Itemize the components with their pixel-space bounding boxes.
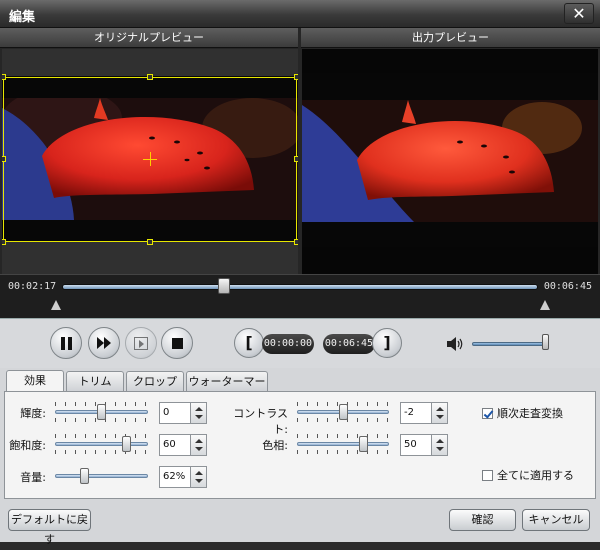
next-frame-button[interactable]: [125, 327, 157, 359]
deinterlace-checkbox[interactable]: 順次走査変換: [482, 405, 563, 421]
brightness-label: 輝度:: [20, 407, 46, 420]
trim-start-marker[interactable]: [51, 300, 61, 310]
tab-crop[interactable]: クロップ: [126, 371, 184, 391]
crop-handle-left[interactable]: [2, 156, 6, 162]
set-start-button[interactable]: [: [234, 328, 264, 358]
original-preview-panel[interactable]: [2, 49, 298, 274]
tab-effects[interactable]: 効果: [6, 370, 64, 392]
crop-handle-bottom[interactable]: [147, 239, 153, 245]
audio-volume-slider[interactable]: [55, 466, 148, 488]
output-preview-label: 出力プレビュー: [301, 28, 600, 48]
timeline-start-time: 00:02:17: [8, 281, 57, 292]
crop-handle-top[interactable]: [147, 74, 153, 80]
crop-handle-top-left[interactable]: [2, 74, 6, 80]
tab-trim[interactable]: トリム: [66, 371, 124, 391]
hue-thumb[interactable]: [359, 436, 368, 452]
brightness-spinner[interactable]: 0: [159, 402, 207, 424]
preview-area: オリジナルプレビュー 出力プレビュー: [0, 28, 600, 274]
tab-watermark[interactable]: ウォーターマーク: [186, 371, 268, 407]
brightness-slider[interactable]: [55, 402, 148, 424]
original-preview-label: オリジナルプレビュー: [0, 28, 298, 48]
hue-label: 色相:: [262, 439, 288, 452]
pause-icon: [60, 336, 72, 350]
tab-bar: 効果 トリム クロップ ウォーターマーク: [0, 368, 600, 407]
open-bracket-icon: [: [245, 333, 253, 352]
volume-thumb[interactable]: [542, 334, 549, 350]
volume-track[interactable]: [472, 342, 548, 346]
hue-value: 50: [404, 439, 417, 450]
cancel-button[interactable]: キャンセル: [522, 509, 590, 531]
next-frame-icon: [134, 336, 148, 350]
contrast-label: コントラスト:: [233, 407, 288, 436]
saturation-label: 飽和度:: [9, 439, 46, 452]
audio-volume-thumb[interactable]: [80, 468, 89, 484]
volume-label: 音量:: [20, 471, 46, 484]
audio-volume-value: 62%: [163, 471, 186, 482]
spinner-arrows[interactable]: [431, 403, 447, 423]
hue-slider[interactable]: [297, 434, 389, 456]
contrast-value: -2: [404, 407, 414, 418]
timeline: 00:02:17 00:06:45: [0, 274, 600, 318]
edit-dialog: 編集 ✕ オリジナルプレビュー 出力プレビュー 00:02:17 00:06:4…: [0, 0, 600, 546]
timeline-end-time: 00:06:45: [543, 281, 592, 292]
close-icon: ✕: [572, 4, 586, 23]
crop-handle-bottom-right[interactable]: [294, 239, 298, 245]
crop-handle-bottom-left[interactable]: [2, 239, 6, 245]
checkbox-box[interactable]: [482, 407, 493, 419]
fast-forward-icon: [97, 337, 111, 349]
crosshair-icon-vertical: [150, 152, 151, 166]
contrast-thumb[interactable]: [339, 404, 348, 420]
brightness-value: 0: [163, 407, 170, 418]
saturation-spinner[interactable]: 60: [159, 434, 207, 456]
hue-spinner[interactable]: 50: [400, 434, 448, 456]
reset-default-button[interactable]: デフォルトに戻す: [8, 509, 91, 546]
set-end-button[interactable]: ]: [372, 328, 402, 358]
contrast-slider[interactable]: [297, 402, 389, 424]
saturation-slider[interactable]: [55, 434, 148, 456]
umbrella-scene-output-image: [302, 100, 598, 222]
deinterlace-label: 順次走査変換: [497, 407, 563, 420]
confirm-button[interactable]: 確認: [449, 509, 516, 531]
fast-forward-button[interactable]: [88, 327, 120, 359]
brightness-thumb[interactable]: [97, 404, 106, 420]
playback-controls: [ 00:00:00 00:06:45 ]: [0, 318, 600, 368]
spinner-arrows[interactable]: [190, 435, 206, 455]
pause-button[interactable]: [50, 327, 82, 359]
trim-end-marker[interactable]: [540, 300, 550, 310]
window-title: 編集: [9, 10, 36, 25]
apply-all-checkbox[interactable]: 全てに適用する: [482, 467, 574, 483]
trim-end-time: 00:06:45: [323, 334, 375, 354]
crop-handle-top-right[interactable]: [294, 74, 298, 80]
crop-handle-right[interactable]: [294, 156, 298, 162]
audio-volume-spinner[interactable]: 62%: [159, 466, 207, 488]
title-bar: 編集 ✕: [0, 0, 600, 28]
speaker-icon[interactable]: [446, 336, 464, 352]
close-bracket-icon: ]: [383, 333, 391, 352]
output-video-frame: [302, 73, 598, 247]
spinner-arrows[interactable]: [190, 467, 206, 487]
spinner-arrows[interactable]: [190, 403, 206, 423]
timeline-playhead[interactable]: [218, 278, 230, 294]
close-button[interactable]: ✕: [564, 3, 594, 24]
output-preview-panel: [302, 49, 598, 274]
contrast-spinner[interactable]: -2: [400, 402, 448, 424]
spinner-arrows[interactable]: [431, 435, 447, 455]
crop-selection-box[interactable]: [2, 74, 298, 245]
saturation-thumb[interactable]: [122, 436, 131, 452]
trim-start-time: 00:00:00: [262, 334, 314, 354]
apply-all-label: 全てに適用する: [497, 469, 574, 482]
checkbox-box[interactable]: [482, 469, 493, 481]
saturation-value: 60: [163, 439, 176, 450]
stop-icon: [171, 337, 183, 349]
timeline-track[interactable]: [62, 284, 538, 290]
stop-button[interactable]: [161, 327, 193, 359]
